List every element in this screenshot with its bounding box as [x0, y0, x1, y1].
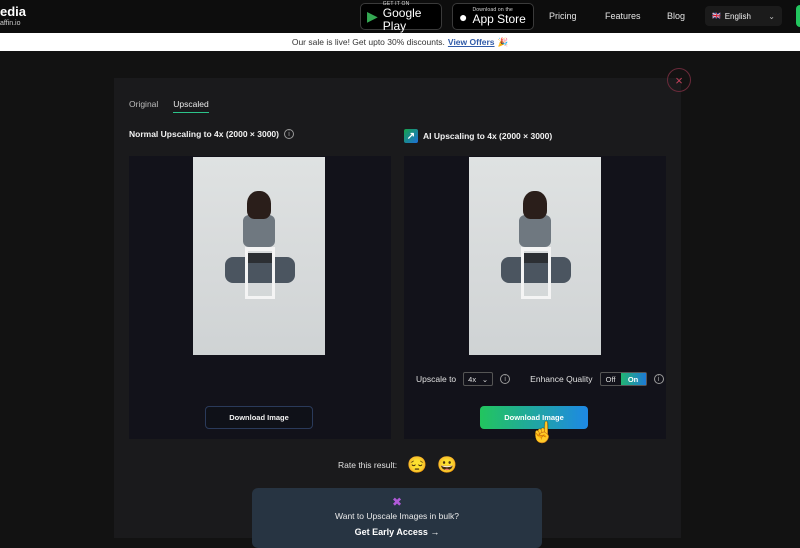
early-access-link[interactable]: Get Early Access →	[252, 527, 542, 537]
ai-upscaled-image	[469, 157, 601, 355]
ai-controls: Upscale to 4x ⌄ i Enhance Quality Off On…	[416, 372, 664, 386]
toggle-on[interactable]: On	[620, 373, 646, 385]
info-icon[interactable]: i	[653, 374, 664, 384]
enhance-quality-label: Enhance Quality	[530, 374, 593, 384]
rate-label: Rate this result:	[338, 460, 398, 470]
apple-icon: ●	[459, 8, 468, 25]
google-play-button[interactable]: ▶ GET IT ON Google Play	[360, 1, 442, 33]
upscale-arrow-icon: ↗	[404, 129, 418, 143]
chevron-down-icon: ⌄	[481, 374, 489, 384]
hand-cursor-icon: ☝	[530, 422, 555, 444]
google-play-icon: ▶	[367, 8, 378, 24]
app-store-button[interactable]: ● Download on the App Store	[452, 3, 534, 30]
enhance-quality-toggle[interactable]: Off On	[599, 372, 647, 386]
rate-section: Rate this result: 😔 😀	[338, 455, 457, 475]
language-label: English	[724, 11, 751, 21]
normal-upscaled-image	[193, 157, 325, 355]
nav-features[interactable]: Features	[605, 11, 641, 21]
bulk-upscale-card: ✖ Want to Upscale Images in bulk? Get Ea…	[252, 488, 542, 548]
ai-upscale-title: ↗ AI Upscaling to 4x (2000 × 3000)	[404, 129, 552, 143]
view-tabs: Original Upscaled	[129, 99, 209, 113]
logo-subtitle: affin.io	[0, 20, 21, 27]
language-select[interactable]: 🇬🇧 English ⌄	[705, 6, 782, 26]
uk-flag-icon: 🇬🇧	[712, 13, 721, 20]
bulk-icon: ✖	[391, 495, 403, 509]
ai-title-text: AI Upscaling to 4x (2000 × 3000)	[423, 131, 553, 141]
normal-upscale-title: Normal Upscaling to 4x (2000 × 3000) i	[129, 129, 294, 139]
normal-title-text: Normal Upscaling to 4x (2000 × 3000)	[129, 129, 279, 139]
sad-face-icon[interactable]: 😔	[407, 455, 427, 475]
upscale-to-label: Upscale to	[416, 374, 457, 384]
tab-original[interactable]: Original	[129, 99, 158, 113]
cta-button-edge[interactable]	[796, 5, 800, 27]
info-icon[interactable]: i	[500, 374, 511, 384]
logo-title: edia	[0, 4, 27, 19]
sale-text: Our sale is live! Get upto 30% discounts…	[291, 37, 445, 47]
app-store-big: App Store	[472, 12, 526, 26]
close-icon[interactable]: ×	[667, 68, 691, 92]
download-normal-button[interactable]: Download Image	[205, 406, 313, 429]
bulk-text: Want to Upscale Images in bulk?	[335, 511, 459, 521]
top-nav: edia affin.io ▶ GET IT ON Google Play ● …	[0, 0, 800, 33]
tab-upscaled[interactable]: Upscaled	[173, 99, 209, 113]
happy-face-icon[interactable]: 😀	[437, 455, 457, 475]
info-icon[interactable]: i	[284, 129, 294, 139]
nav-blog[interactable]: Blog	[667, 11, 685, 21]
upscale-factor-value: 4x	[468, 374, 477, 384]
logo[interactable]: edia affin.io	[0, 5, 26, 28]
nav-pricing[interactable]: Pricing	[549, 11, 577, 21]
sale-banner: Our sale is live! Get upto 30% discounts…	[0, 33, 800, 51]
party-icon: 🎉	[497, 36, 509, 47]
view-offers-link[interactable]: View Offers	[448, 37, 495, 47]
google-play-big: Google Play	[382, 5, 422, 33]
toggle-off[interactable]: Off	[601, 373, 621, 385]
upscale-factor-select[interactable]: 4x ⌄	[463, 372, 494, 386]
chevron-down-icon: ⌄	[768, 11, 775, 21]
